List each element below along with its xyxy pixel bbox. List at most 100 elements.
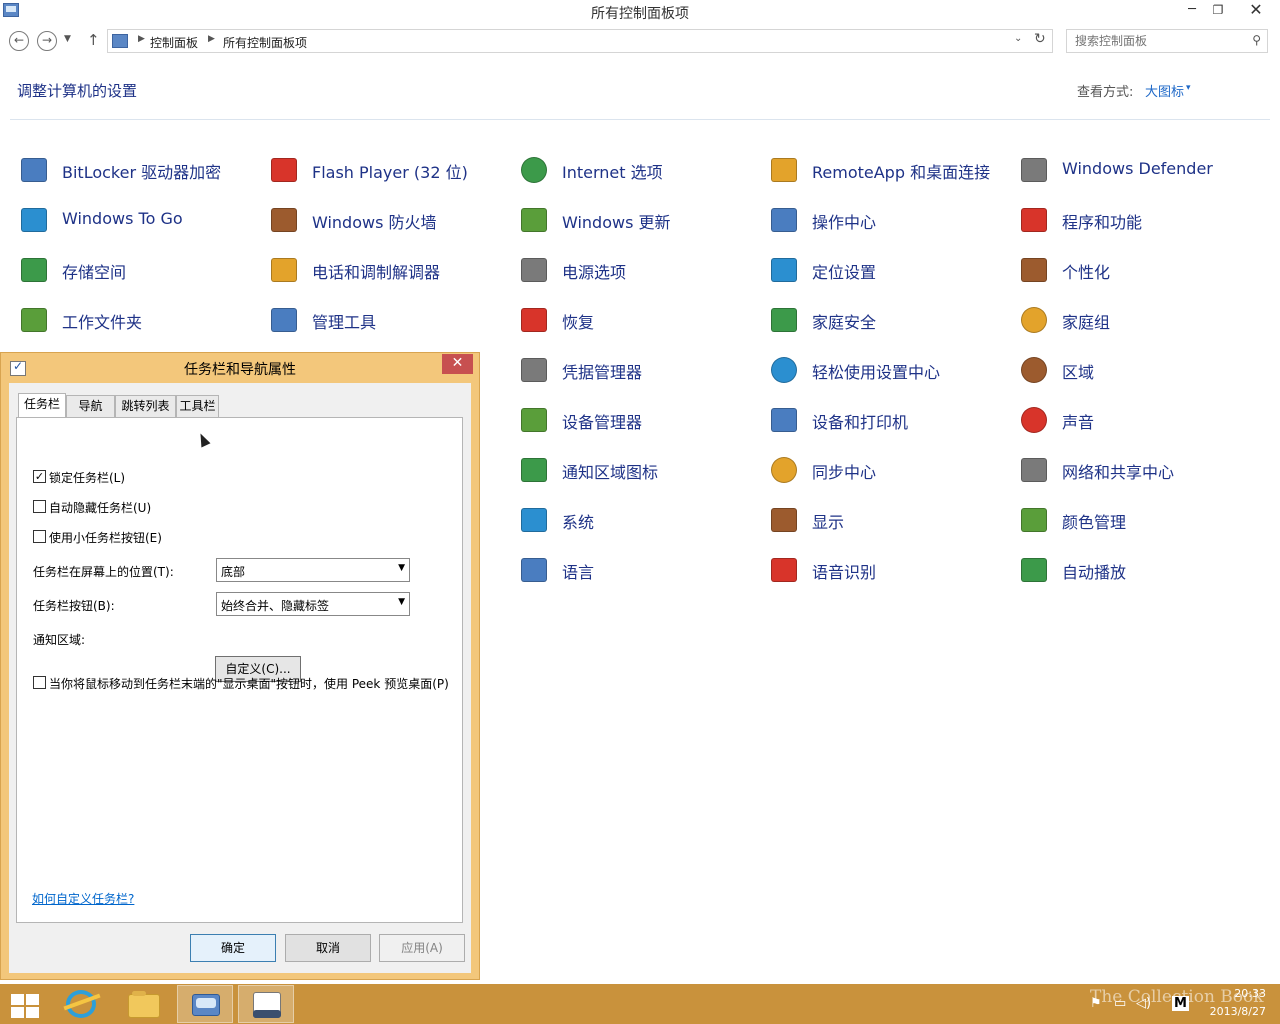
apply-button[interactable]: 应用(A) bbox=[379, 934, 465, 962]
cp-item-label[interactable]: 通知区域图标 bbox=[562, 459, 658, 483]
cp-item[interactable]: 自动播放 bbox=[1018, 550, 1258, 590]
tab-taskbar[interactable]: 任务栏 bbox=[18, 393, 66, 418]
search-box[interactable]: ⚲ bbox=[1066, 29, 1268, 53]
castle-wall-icon[interactable] bbox=[1018, 154, 1050, 186]
cp-item[interactable]: 区域 bbox=[1018, 350, 1258, 390]
cp-item[interactable]: Windows 更新 bbox=[518, 200, 758, 240]
cp-item-label[interactable]: 工作文件夹 bbox=[62, 309, 142, 333]
checkbox-label[interactable]: 锁定任务栏(L) bbox=[49, 469, 125, 486]
cp-item[interactable]: 程序和功能 bbox=[1018, 200, 1258, 240]
cp-item-label[interactable]: BitLocker 驱动器加密 bbox=[62, 159, 221, 183]
taskbar-buttons-select[interactable]: 始终合并、隐藏标签 ▼ bbox=[216, 592, 410, 616]
checkbox-label[interactable]: 使用小任务栏按钮(E) bbox=[49, 529, 162, 546]
input-method-icon[interactable]: M bbox=[1172, 996, 1189, 1011]
cp-item[interactable]: 定位设置 bbox=[768, 250, 1008, 290]
keys-icon[interactable] bbox=[18, 154, 50, 186]
update-icon[interactable] bbox=[518, 204, 550, 236]
cp-item-label[interactable]: Windows 防火墙 bbox=[312, 209, 437, 233]
cp-item-label[interactable]: 轻松使用设置中心 bbox=[812, 359, 940, 383]
forward-button[interactable]: → bbox=[37, 31, 57, 51]
refresh-button[interactable]: ↻ bbox=[1034, 31, 1046, 47]
autoplay-icon[interactable] bbox=[1018, 554, 1050, 586]
cp-item[interactable]: 家庭安全 bbox=[768, 300, 1008, 340]
address-dropdown-button[interactable]: ⌄ bbox=[1014, 33, 1022, 44]
up-button[interactable]: ↑ bbox=[87, 31, 100, 49]
language-icon[interactable] bbox=[518, 554, 550, 586]
action-center-flag-icon[interactable]: ⚑ bbox=[1090, 996, 1102, 1011]
speaker-icon[interactable] bbox=[1018, 404, 1050, 436]
sync-icon[interactable] bbox=[768, 454, 800, 486]
cp-item-label[interactable]: 显示 bbox=[812, 509, 844, 533]
battery-icon[interactable] bbox=[518, 254, 550, 286]
checkbox-box[interactable] bbox=[33, 676, 46, 689]
cp-item-label[interactable]: 管理工具 bbox=[312, 309, 376, 333]
ease-of-access-icon[interactable] bbox=[768, 354, 800, 386]
breadcrumb-separator[interactable]: ▶ bbox=[138, 34, 145, 44]
cp-item[interactable]: 工作文件夹 bbox=[18, 300, 258, 340]
cp-item-label[interactable]: Windows To Go bbox=[62, 209, 183, 228]
checkbox-label[interactable]: 自动隐藏任务栏(U) bbox=[49, 499, 151, 516]
cp-item-label[interactable]: 电源选项 bbox=[562, 259, 626, 283]
cp-item-label[interactable]: 家庭安全 bbox=[812, 309, 876, 333]
cp-item[interactable]: 操作中心 bbox=[768, 200, 1008, 240]
cp-item-label[interactable]: Windows 更新 bbox=[562, 209, 671, 233]
cp-item-label[interactable]: Flash Player (32 位) bbox=[312, 159, 468, 183]
cp-item[interactable]: 恢复 bbox=[518, 300, 758, 340]
dialog-close-button[interactable]: ✕ bbox=[442, 354, 473, 374]
checkbox-box[interactable] bbox=[33, 530, 46, 543]
cp-item[interactable]: 个性化 bbox=[1018, 250, 1258, 290]
cp-item[interactable]: 管理工具 bbox=[268, 300, 508, 340]
start-button[interactable] bbox=[6, 989, 42, 1019]
cp-item-label[interactable]: 声音 bbox=[1062, 409, 1094, 433]
cp-item[interactable]: Flash Player (32 位) bbox=[268, 150, 508, 190]
cp-item-label[interactable]: 颜色管理 bbox=[1062, 509, 1126, 533]
cp-item-label[interactable]: Internet 选项 bbox=[562, 159, 663, 183]
cp-item[interactable]: 语言 bbox=[518, 550, 758, 590]
location-map-icon[interactable] bbox=[768, 254, 800, 286]
cp-item[interactable]: Windows Defender bbox=[1018, 150, 1258, 190]
taskbar-position-select[interactable]: 底部 ▼ bbox=[216, 558, 410, 582]
phone-icon[interactable] bbox=[268, 254, 300, 286]
cp-item[interactable]: 电话和调制解调器 bbox=[268, 250, 508, 290]
cp-item-label[interactable]: 个性化 bbox=[1062, 259, 1110, 283]
color-icon[interactable] bbox=[1018, 504, 1050, 536]
recovery-icon[interactable] bbox=[518, 304, 550, 336]
globe-icon[interactable] bbox=[518, 154, 550, 186]
family-icon[interactable] bbox=[768, 304, 800, 336]
flag-icon[interactable] bbox=[768, 204, 800, 236]
cp-item-label[interactable]: Windows Defender bbox=[1062, 159, 1213, 178]
cp-item-label[interactable]: 存储空间 bbox=[62, 259, 126, 283]
close-button[interactable]: ✕ bbox=[1236, 0, 1276, 22]
taskbar-file-explorer[interactable] bbox=[116, 985, 172, 1023]
gear-icon[interactable] bbox=[268, 304, 300, 336]
cp-item-label[interactable]: 设备管理器 bbox=[562, 409, 642, 433]
clock-date[interactable]: 2013/8/27 bbox=[1198, 1005, 1266, 1018]
cp-item[interactable]: 轻松使用设置中心 bbox=[768, 350, 1008, 390]
cp-item[interactable]: 声音 bbox=[1018, 400, 1258, 440]
breadcrumb-all-items[interactable]: 所有控制面板项 bbox=[223, 34, 307, 51]
cp-item[interactable]: Windows 防火墙 bbox=[268, 200, 508, 240]
cp-item[interactable]: 显示 bbox=[768, 500, 1008, 540]
tab-navigation[interactable]: 导航 bbox=[66, 395, 115, 417]
usb-drive-icon[interactable] bbox=[18, 204, 50, 236]
cp-item-label[interactable]: 恢复 bbox=[562, 309, 594, 333]
breadcrumb-control-panel[interactable]: 控制面板 bbox=[150, 34, 198, 51]
taskbar-properties-dialog[interactable] bbox=[238, 985, 294, 1023]
tab-jump-lists[interactable]: 跳转列表 bbox=[115, 395, 176, 417]
cp-item[interactable]: 颜色管理 bbox=[1018, 500, 1258, 540]
checkbox-box[interactable] bbox=[33, 500, 46, 513]
cp-item[interactable]: 网络和共享中心 bbox=[1018, 450, 1258, 490]
cp-item[interactable]: 凭据管理器 bbox=[518, 350, 758, 390]
cp-item[interactable]: 系统 bbox=[518, 500, 758, 540]
cp-item-label[interactable]: 定位设置 bbox=[812, 259, 876, 283]
cp-item-label[interactable]: 自动播放 bbox=[1062, 559, 1126, 583]
stack-disks-icon[interactable] bbox=[18, 254, 50, 286]
tray-icon[interactable] bbox=[518, 454, 550, 486]
back-button[interactable]: ← bbox=[9, 31, 29, 51]
cp-item[interactable]: 电源选项 bbox=[518, 250, 758, 290]
magnifier-icon[interactable]: ⚲ bbox=[1252, 33, 1261, 47]
monitor-icon[interactable] bbox=[768, 154, 800, 186]
flash-icon[interactable] bbox=[268, 154, 300, 186]
maximize-button[interactable]: ❐ bbox=[1206, 0, 1230, 22]
breadcrumb-separator[interactable]: ▶ bbox=[208, 34, 215, 44]
